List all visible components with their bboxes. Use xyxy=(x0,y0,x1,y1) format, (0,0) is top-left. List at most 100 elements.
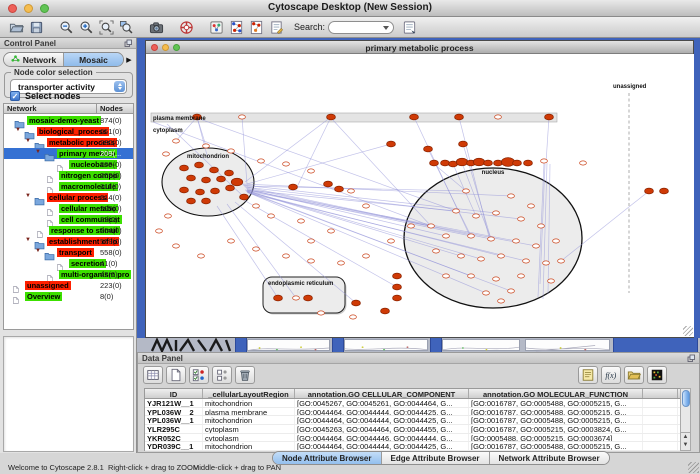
network-node-unselected[interactable] xyxy=(228,149,235,153)
table-cell[interactable]: [GO:0044464, GO:0044444, GO:0044425, G..… xyxy=(295,416,469,424)
network-node-unselected[interactable] xyxy=(228,239,235,243)
tree-row[interactable]: nucleobase-209(0) xyxy=(4,159,133,170)
background-window-thumbnail[interactable] xyxy=(150,338,233,352)
expand-triangle-icon[interactable]: ▼ xyxy=(25,138,31,144)
table-cell[interactable] xyxy=(643,408,678,416)
network-node-selected[interactable] xyxy=(456,158,467,166)
background-window-sliver[interactable] xyxy=(344,339,428,351)
attribute-matrix-icon[interactable] xyxy=(647,366,667,384)
network-node-unselected[interactable] xyxy=(488,237,495,241)
table-cell[interactable]: YDR039C__1 xyxy=(145,442,203,450)
table-cell[interactable]: YLR295C xyxy=(145,425,203,433)
network-node-unselected[interactable] xyxy=(363,254,370,258)
tree-row[interactable]: ▼establishment of lo558(0) xyxy=(4,236,133,247)
background-window-edge[interactable] xyxy=(332,338,344,352)
network-window-titlebar[interactable]: primary metabolic process xyxy=(146,41,693,54)
tree-row[interactable]: cell communicat22(0) xyxy=(4,214,133,225)
expand-triangle-icon[interactable]: ▼ xyxy=(35,149,41,155)
birdseye-view[interactable] xyxy=(3,336,134,452)
table-cell[interactable]: [GO:0005488, GO:0005215, GO:0003674] xyxy=(469,434,643,442)
network-node-selected[interactable] xyxy=(324,181,333,187)
delete-attribute-icon[interactable] xyxy=(235,366,255,384)
table-row[interactable]: YKR052Ccytoplasm[GO:0044464, GO:0044446,… xyxy=(145,434,680,443)
table-row[interactable]: YPL036W__1mitochondrion[GO:0044464, GO:0… xyxy=(145,416,680,425)
tree-row[interactable]: ▼primary metabo209(... xyxy=(4,148,133,159)
tree-row[interactable]: macromolecule311(0) xyxy=(4,181,133,192)
zoom-selected-region-icon[interactable] xyxy=(116,18,136,37)
network-node-unselected[interactable] xyxy=(283,254,290,258)
scrollbar-arrows-icon[interactable]: ▲▼ xyxy=(681,432,690,450)
table-cell[interactable]: [GO:0016787, GO:0005215, GO:0003824, G..… xyxy=(469,425,643,433)
network-node-selected[interactable] xyxy=(226,185,235,191)
network-node-selected[interactable] xyxy=(180,165,189,171)
network-node-selected[interactable] xyxy=(494,160,503,166)
network-node-unselected[interactable] xyxy=(473,214,480,218)
network-node-selected[interactable] xyxy=(513,160,522,166)
tree-row[interactable]: ▼metabolic process280(0) xyxy=(4,137,133,148)
edit-network-icon-1[interactable] xyxy=(226,18,246,37)
network-node-unselected[interactable] xyxy=(268,214,275,218)
tree-row-label[interactable]: biological_process xyxy=(37,127,109,136)
network-node-unselected[interactable] xyxy=(498,299,505,303)
open-session-icon[interactable] xyxy=(6,18,26,37)
network-node-unselected[interactable] xyxy=(253,247,260,251)
tree-row[interactable]: ▼biological_process651(0) xyxy=(4,126,133,137)
network-node-unselected[interactable] xyxy=(163,152,170,156)
help-lifering-icon[interactable] xyxy=(176,18,196,37)
network-node-unselected[interactable] xyxy=(338,261,345,265)
network-node-unselected[interactable] xyxy=(203,144,210,148)
network-node-selected[interactable] xyxy=(225,170,234,176)
background-window-sliver[interactable] xyxy=(247,339,330,351)
network-node-selected[interactable] xyxy=(424,146,433,152)
table-cell[interactable] xyxy=(643,399,678,407)
network-node-unselected[interactable] xyxy=(483,291,490,295)
table-cell[interactable]: [GO:0016787, GO:0005488, GO:0005215, G..… xyxy=(469,408,643,416)
network-node-unselected[interactable] xyxy=(258,159,265,163)
tab-mosaic[interactable]: Mosaic xyxy=(64,53,123,66)
network-node-selected[interactable] xyxy=(274,295,283,301)
network-node-unselected[interactable] xyxy=(308,259,315,263)
annotation-icon[interactable] xyxy=(266,18,286,37)
table-cell[interactable]: [GO:0044464, GO:0044444, GO:0044425, G..… xyxy=(295,442,469,450)
expand-triangle-icon[interactable]: ▼ xyxy=(35,248,41,254)
network-node-selected[interactable] xyxy=(387,141,396,147)
select-nodes-checkbox[interactable]: ✓ xyxy=(10,91,20,101)
network-node-unselected[interactable] xyxy=(283,162,290,166)
network-node-selected[interactable] xyxy=(459,141,468,147)
network-node-selected[interactable] xyxy=(545,114,554,120)
table-row[interactable]: YJR121W__1mitochondrion[GO:0045267, GO:0… xyxy=(145,399,680,408)
network-node-unselected[interactable] xyxy=(508,289,515,293)
snapshot-camera-icon[interactable] xyxy=(146,18,166,37)
table-cell[interactable]: cytoplasm xyxy=(203,425,295,433)
window-titlebar[interactable]: Cytoscape Desktop (New Session) xyxy=(0,0,700,17)
zoom-fit-icon[interactable] xyxy=(96,18,116,37)
table-column-header[interactable]: annotation.GO MOLECULAR_FUNCTION xyxy=(469,389,643,398)
background-window-edge[interactable] xyxy=(235,338,247,352)
tree-row-label[interactable]: mosaic-demo-yeast xyxy=(27,116,101,125)
network-node-selected[interactable] xyxy=(187,198,196,204)
scrollbar-thumb[interactable] xyxy=(682,390,690,407)
expand-triangle-icon[interactable]: ▼ xyxy=(25,193,31,199)
network-node-unselected[interactable] xyxy=(308,169,315,173)
network-node-unselected[interactable] xyxy=(165,214,172,218)
search-box[interactable] xyxy=(328,21,394,34)
network-node-unselected[interactable] xyxy=(528,204,535,208)
network-node-selected[interactable] xyxy=(187,175,196,181)
network-node-selected[interactable] xyxy=(202,177,211,183)
network-node-unselected[interactable] xyxy=(453,209,460,213)
network-node-selected[interactable] xyxy=(524,160,533,166)
network-node-selected[interactable] xyxy=(289,184,298,190)
network-node-unselected[interactable] xyxy=(538,224,545,228)
network-node-unselected[interactable] xyxy=(428,224,435,228)
table-cell[interactable]: YJR121W__1 xyxy=(145,399,203,407)
network-node-unselected[interactable] xyxy=(348,189,355,193)
network-node-unselected[interactable] xyxy=(443,234,450,238)
network-node-selected[interactable] xyxy=(660,188,669,194)
table-cell[interactable]: [GO:0045267, GO:0045261, GO:0044464, G..… xyxy=(295,399,469,407)
tree-row[interactable]: Overview8(0) xyxy=(4,291,133,302)
network-node-selected[interactable] xyxy=(335,186,344,192)
tab-network[interactable]: Network xyxy=(4,53,64,66)
dropdown-stepper-icon[interactable] xyxy=(114,81,125,92)
network-node-selected[interactable] xyxy=(410,114,419,120)
network-node-selected[interactable] xyxy=(304,295,313,301)
